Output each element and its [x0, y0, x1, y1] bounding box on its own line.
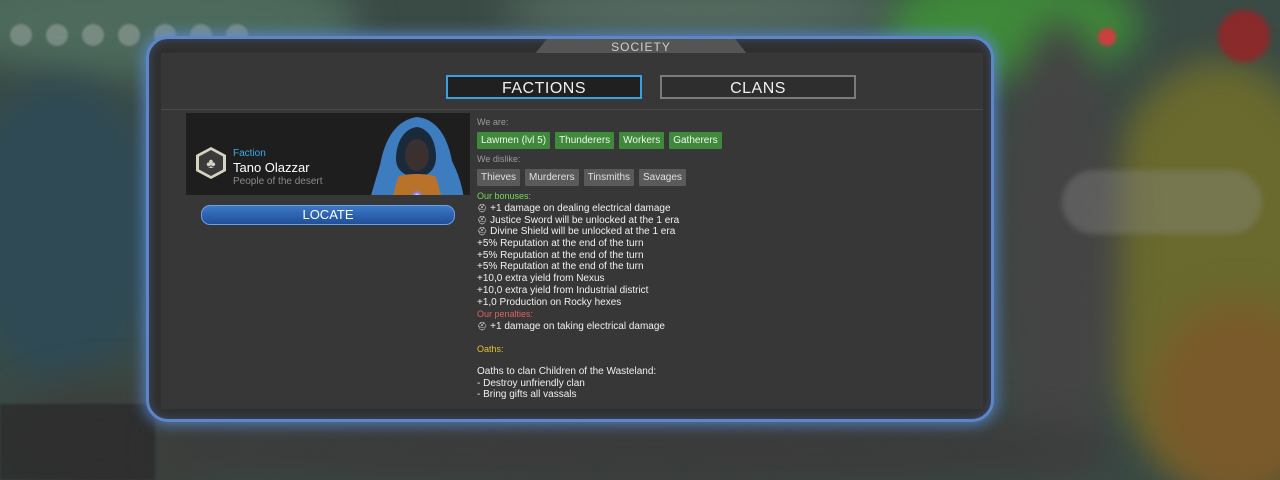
faction-name: Tano Olazzar — [233, 160, 310, 175]
unit-icon: ⛑ — [477, 215, 488, 225]
tab-factions[interactable]: FACTIONS — [446, 75, 642, 99]
faction-type-label: Faction — [233, 148, 266, 159]
panel-content: FACTIONS CLANS ♣ Faction Tano Olazzar Pe… — [161, 53, 983, 409]
faction-card: ♣ Faction Tano Olazzar People of the des… — [186, 113, 470, 195]
background-button — [1062, 170, 1262, 234]
faction-details: We are: Lawmen (lvl 5) Thunderers Worker… — [477, 117, 997, 401]
bonus-line: +5% Reputation at the end of the turn — [477, 249, 644, 261]
dislike-tag[interactable]: Murderers — [525, 169, 579, 186]
map-marker-icon — [1098, 28, 1116, 46]
society-panel: SOCIETY FACTIONS CLANS ♣ Faction Tano Ol… — [146, 36, 994, 422]
trait-tag[interactable]: Thunderers — [555, 132, 615, 149]
bonus-line: +10,0 extra yield from Industrial distri… — [477, 284, 649, 296]
oaths-label: Oaths: — [477, 343, 504, 354]
penalty-line: ⛑ +1 damage on taking electrical damage — [477, 321, 665, 333]
penalties-label: Our penalties: — [477, 309, 534, 320]
bonus-line: +1,0 Production on Rocky hexes — [477, 296, 622, 308]
dislike-tag[interactable]: Thieves — [477, 169, 521, 186]
oath-item: - Bring gifts all vassals — [477, 389, 577, 401]
turn-badge-icon — [1218, 10, 1270, 62]
bonus-line: ⛑ Justice Sword will be unlocked at the 1… — [477, 214, 680, 226]
tab-clans[interactable]: CLANS — [660, 75, 856, 99]
divider — [161, 109, 983, 110]
dislike-tag[interactable]: Savages — [639, 169, 686, 186]
dislike-tag[interactable]: Tinsmiths — [583, 169, 635, 186]
bonus-line: ⛑ Divine Shield will be unlocked at the 1… — [477, 226, 676, 238]
trait-tag[interactable]: Workers — [619, 132, 665, 149]
faction-leader-portrait — [371, 117, 464, 195]
bonus-line: ⛑ +1 damage on dealing electrical damage — [477, 203, 671, 214]
bonuses-label: Our bonuses: — [477, 191, 532, 201]
bonus-line: +5% Reputation at the end of the turn — [477, 238, 644, 250]
locate-button[interactable]: LOCATE — [201, 205, 455, 225]
oath-item: - Destroy unfriendly clan — [477, 377, 585, 389]
unit-icon: ⛑ — [477, 322, 488, 332]
unit-icon: ⛑ — [477, 204, 488, 213]
trait-tag[interactable]: Gatherers — [669, 132, 722, 149]
we-are-tags: Lawmen (lvl 5) Thunderers Workers Gather… — [477, 132, 997, 149]
faction-description: People of the desert — [233, 176, 323, 187]
we-are-label: We are: — [477, 117, 509, 127]
background-panel — [0, 404, 155, 480]
oaths-heading: Oaths to clan Children of the Wasteland: — [477, 365, 657, 377]
bonus-line: +5% Reputation at the end of the turn — [477, 261, 644, 273]
trait-tag[interactable]: Lawmen (lvl 5) — [477, 132, 551, 149]
unit-icon: ⛑ — [477, 227, 488, 237]
bonus-line: +10,0 extra yield from Nexus — [477, 273, 605, 285]
we-dislike-tags: Thieves Murderers Tinsmiths Savages — [477, 169, 997, 186]
we-dislike-label: We dislike: — [477, 154, 521, 164]
